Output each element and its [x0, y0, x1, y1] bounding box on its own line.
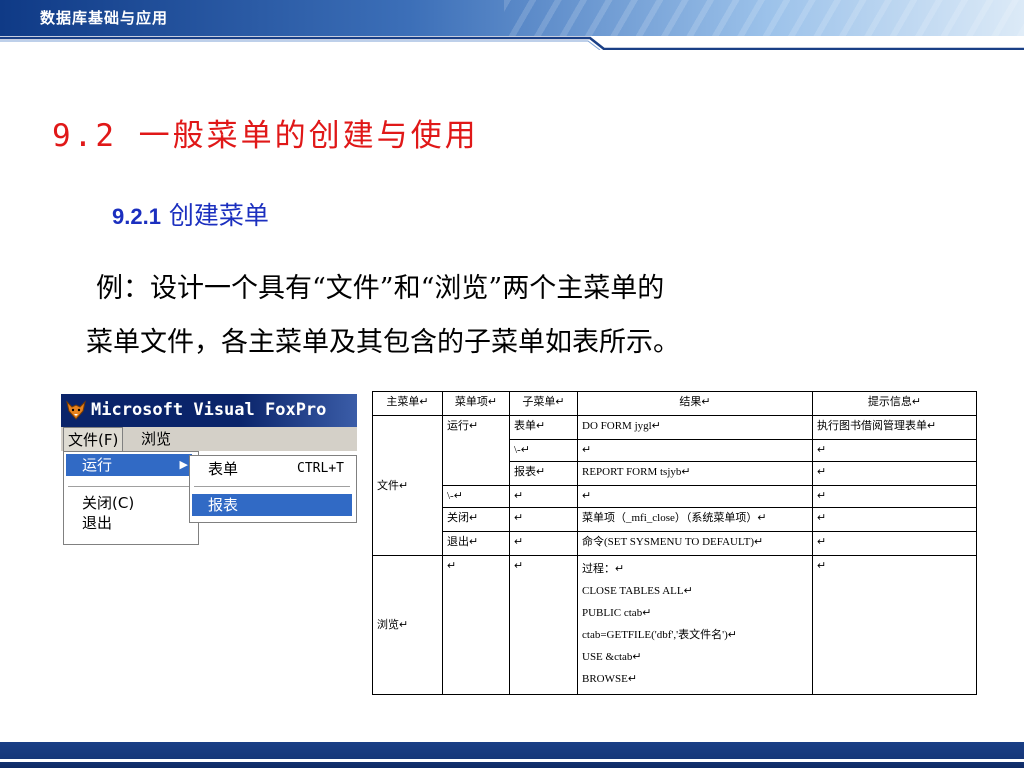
submenu-item-form[interactable]: 表单 CTRL+T — [192, 458, 352, 480]
header-submenu: 子菜单↵ — [509, 391, 578, 416]
menu-item-exit[interactable]: 退出 — [66, 512, 192, 534]
cell-form-result: DO FORM jygl↵ — [577, 415, 813, 440]
cell-item-exit: 退出↵ — [442, 531, 510, 556]
procedure-line: USE &ctab↵ — [582, 651, 642, 663]
slide-title: 9.2 一般菜单的创建与使用 — [52, 118, 479, 154]
cell-empty: ↵ — [812, 507, 977, 532]
procedure-line: 过程：↵ — [582, 563, 625, 575]
cell-sub-form: 表单↵ — [509, 415, 578, 440]
submenu-item-report[interactable]: 报表 — [192, 494, 352, 516]
header-result: 结果↵ — [577, 391, 813, 416]
table-row: 文件↵ 运行↵ 表单↵ DO FORM jygl↵ 执行图书借阅管理表单↵ — [372, 415, 977, 556]
cell-empty: ↵ — [442, 555, 510, 695]
header-menu-item: 菜单项↵ — [442, 391, 510, 416]
table-row: \-↵ ↵ ↵ ↵ — [373, 485, 977, 508]
cell-empty: ↵ — [812, 439, 977, 462]
procedure-line: PUBLIC ctab↵ — [582, 607, 652, 619]
procedure-line: BROWSE↵ — [582, 673, 638, 685]
cell-item-close: 关闭↵ — [442, 507, 510, 532]
cell-main-browse: 浏览↵ — [372, 555, 443, 695]
fox-icon — [66, 400, 86, 420]
section-heading: 9.2.1 创建菜单 — [112, 196, 269, 232]
menu-item-run[interactable]: 运行 ▶ — [66, 454, 192, 476]
cell-empty: ↵ — [812, 461, 977, 486]
cell-empty: ↵ — [509, 485, 578, 508]
table-row: 退出↵ ↵ 命令(SET SYSMENU TO DEFAULT)↵ ↵ — [373, 531, 977, 556]
vfp-menubar: 文件(F) 浏览 — [61, 427, 357, 453]
cell-empty: ↵ — [577, 439, 813, 462]
cell-close-result: 菜单项（_mfi_close）（系统菜单项）↵ — [577, 507, 813, 532]
cell-empty: ↵ — [509, 555, 578, 695]
cell-exit-result: 命令(SET SYSMENU TO DEFAULT)↵ — [577, 531, 813, 556]
header-decoration — [504, 0, 1024, 36]
cell-item-separator: \-↵ — [442, 485, 510, 508]
menu-item-run-label: 运行 — [82, 456, 113, 474]
cell-empty: ↵ — [812, 485, 977, 508]
header-title: 数据库基础与应用 — [40, 9, 169, 27]
table-row: 浏览↵ ↵ ↵ 过程：↵ CLOSE TABLES ALL↵ PUBLIC ct… — [372, 555, 977, 695]
menu-browse[interactable]: 浏览 — [141, 427, 171, 451]
header-bar: 数据库基础与应用 — [0, 0, 1024, 36]
vfp-titlebar: Microsoft Visual FoxPro — [61, 394, 357, 427]
vfp-title: Microsoft Visual FoxPro — [91, 400, 327, 420]
submenu-arrow-icon: ▶ — [179, 458, 188, 471]
cell-form-tip: 执行图书借阅管理表单↵ — [812, 415, 977, 440]
header-tip: 提示信息↵ — [812, 391, 977, 416]
menu-table: 主菜单↵ 菜单项↵ 子菜单↵ 结果↵ 提示信息↵ 文件↵ 运行↵ 表单↵ DO … — [372, 391, 977, 695]
procedure-line: CLOSE TABLES ALL↵ — [582, 585, 693, 597]
submenu-separator — [194, 486, 350, 487]
footer-bar — [0, 742, 1024, 768]
table-header-row: 主菜单↵ 菜单项↵ 子菜单↵ 结果↵ 提示信息↵ — [372, 391, 977, 416]
section-text: 创建菜单 — [168, 201, 269, 230]
cell-empty: ↵ — [509, 531, 578, 556]
cell-sub-separator: \-↵ — [509, 439, 578, 462]
menu-file[interactable]: 文件(F) — [63, 427, 124, 453]
footer-stripe — [0, 759, 1024, 762]
cell-main-file: 文件↵ — [372, 415, 443, 556]
vfp-menu-screenshot: Microsoft Visual FoxPro 文件(F) 浏览 运行 ▶ 关闭… — [61, 394, 357, 545]
section-number: 9.2.1 — [112, 204, 161, 229]
menu-separator — [68, 486, 192, 487]
cell-empty: ↵ — [812, 555, 977, 695]
example-paragraph: 例：设计一个具有“文件”和“浏览”两个主菜单的 菜单文件，各主菜单及其包含的子菜… — [86, 262, 906, 370]
header-main-menu: 主菜单↵ — [372, 391, 443, 416]
submenu-item-form-shortcut: CTRL+T — [297, 461, 344, 476]
procedure-line: ctab=GETFILE('dbf','表文件名')↵ — [582, 629, 738, 641]
paragraph-line-1: 例：设计一个具有“文件”和“浏览”两个主菜单的 — [96, 273, 665, 304]
cell-empty: ↵ — [509, 507, 578, 532]
cell-item-run: 运行↵ — [442, 415, 510, 486]
submenu-item-form-label: 表单 — [208, 460, 239, 478]
file-dropdown: 运行 ▶ 关闭(C) 退出 — [63, 451, 199, 545]
run-submenu: 表单 CTRL+T 报表 — [189, 455, 357, 523]
cell-empty: ↵ — [577, 485, 813, 508]
header-swoosh — [0, 36, 1024, 50]
paragraph-line-2: 菜单文件，各主菜单及其包含的子菜单如表所示。 — [86, 327, 680, 358]
cell-empty: ↵ — [812, 531, 977, 556]
cell-sub-report: 报表↵ — [509, 461, 578, 486]
cell-browse-procedure: 过程：↵ CLOSE TABLES ALL↵ PUBLIC ctab↵ ctab… — [577, 555, 813, 695]
cell-report-result: REPORT FORM tsjyb↵ — [577, 461, 813, 486]
menu-item-close[interactable]: 关闭(C) — [66, 492, 192, 514]
table-row: 关闭↵ ↵ 菜单项（_mfi_close）（系统菜单项）↵ ↵ — [373, 507, 977, 532]
